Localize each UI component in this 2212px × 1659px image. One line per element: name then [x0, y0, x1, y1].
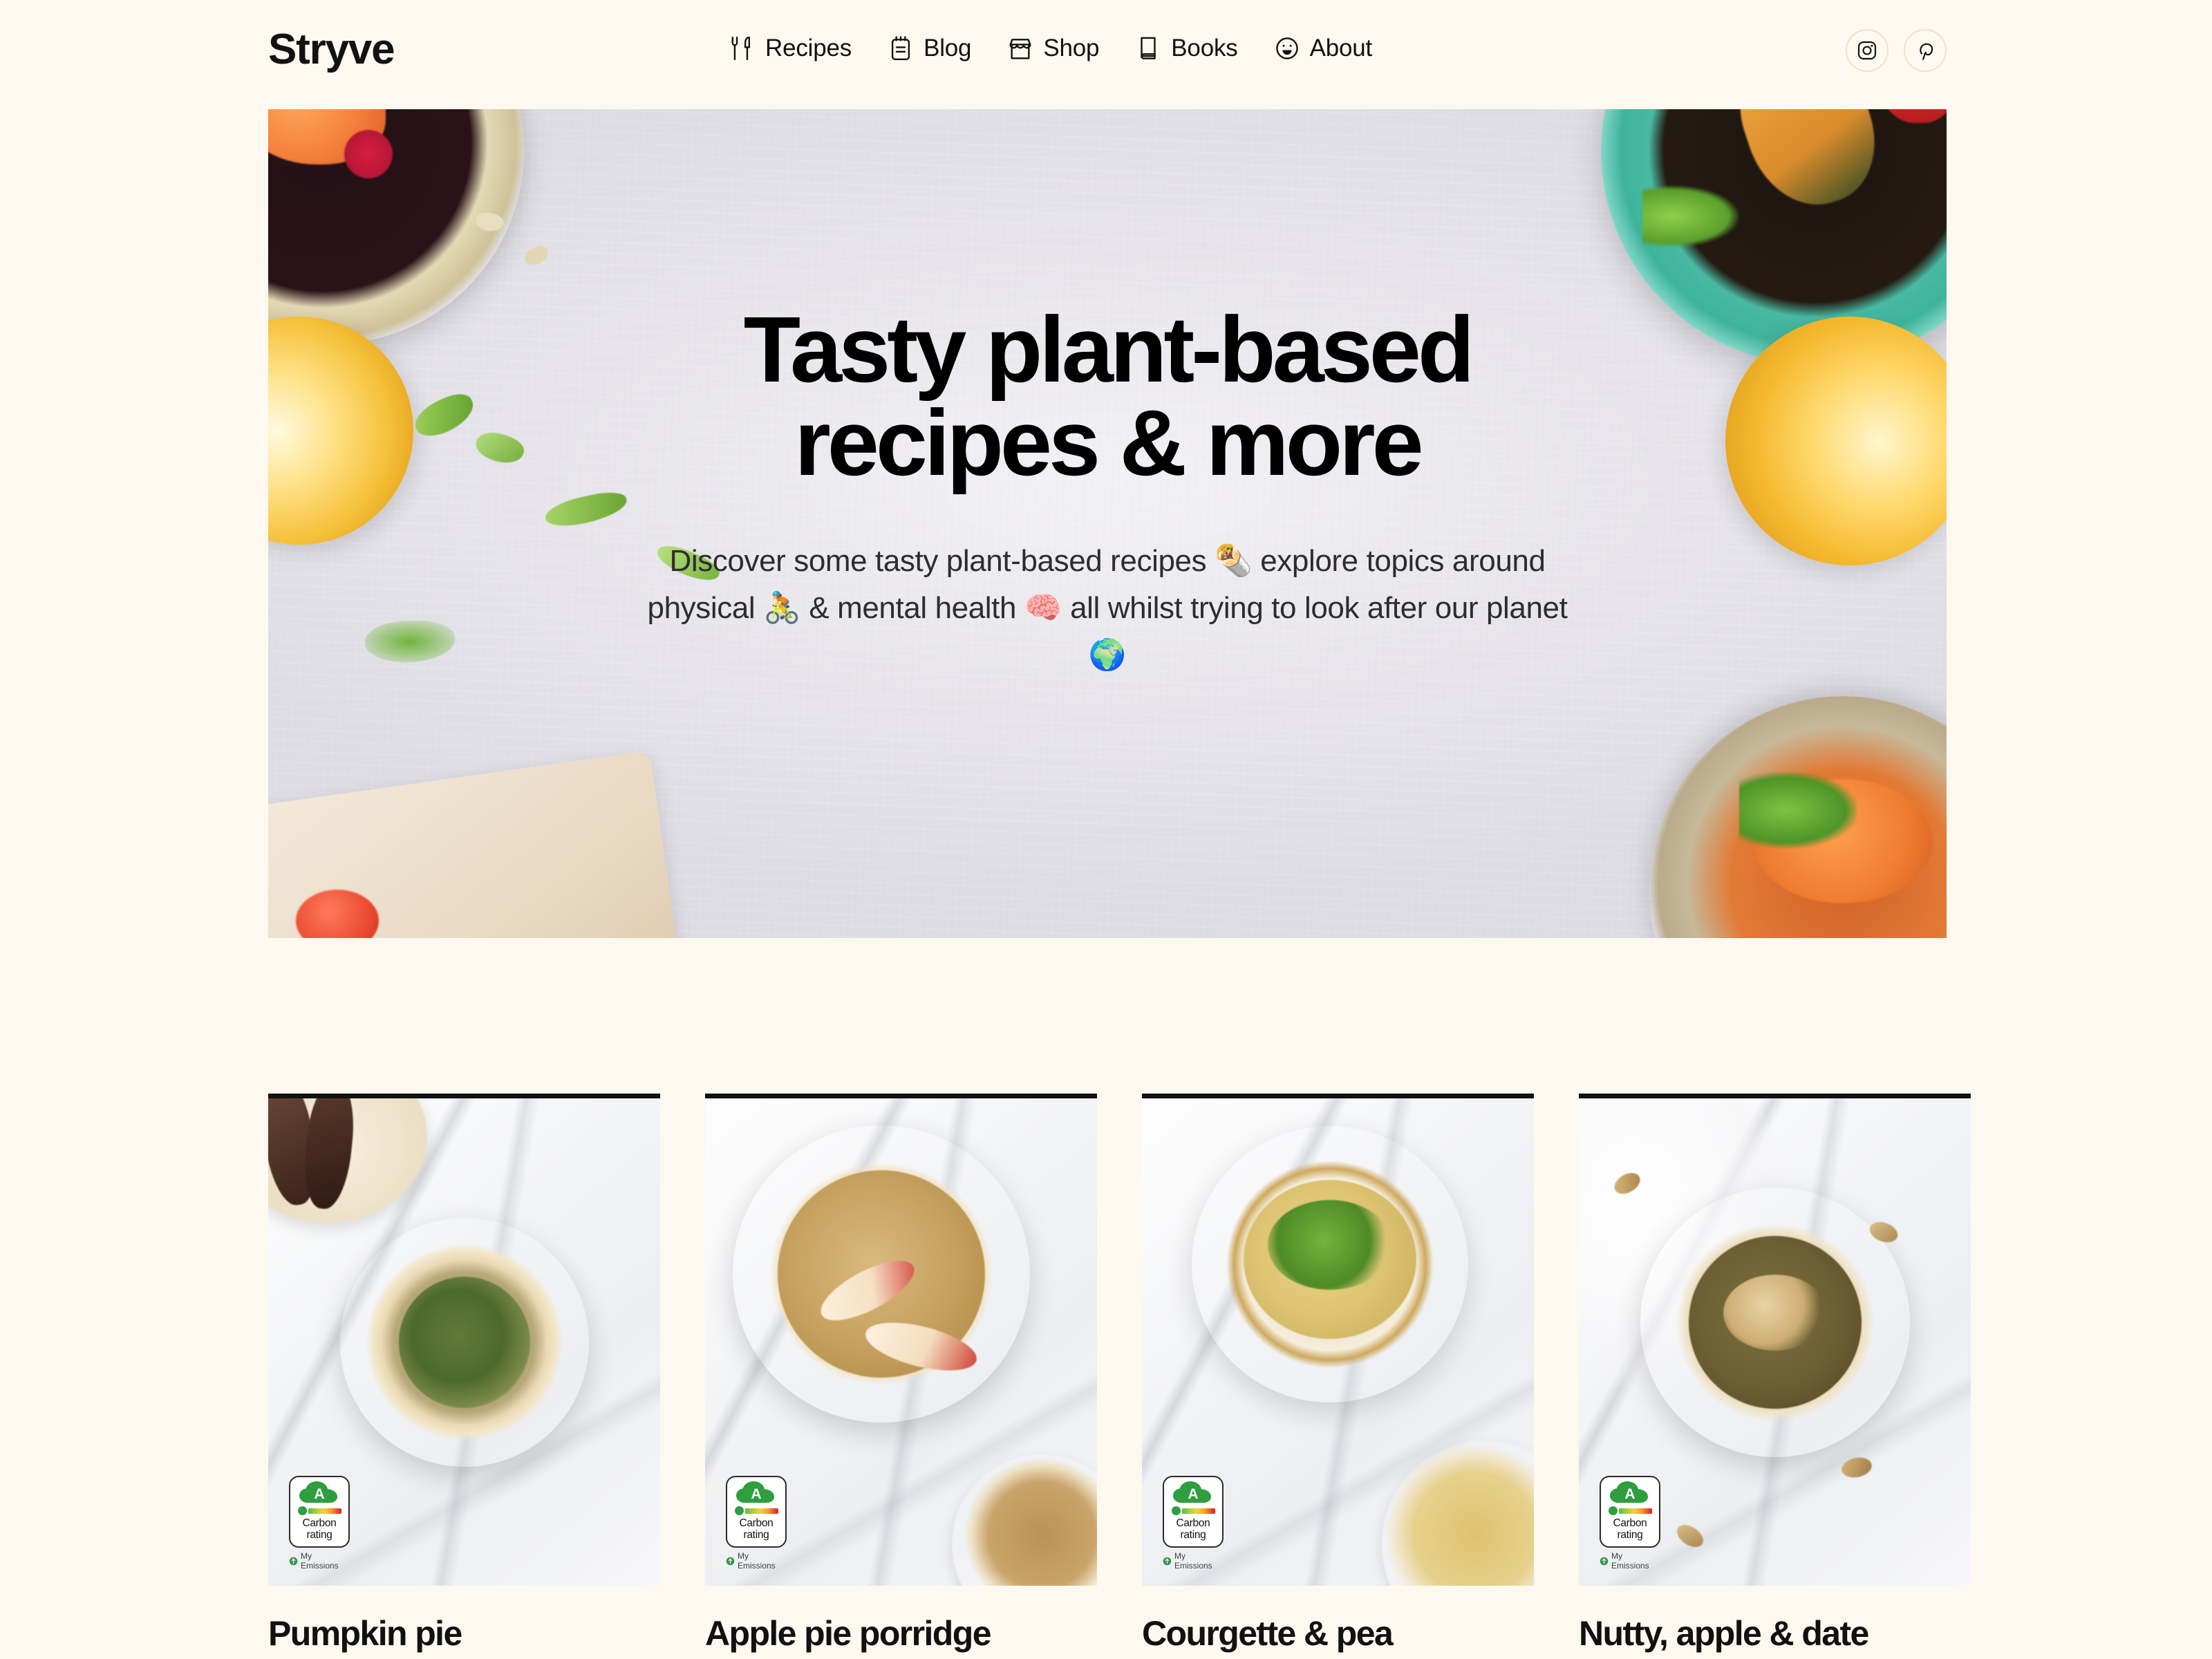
carbon-credit-label: My Emissions [1611, 1551, 1649, 1571]
nav-label-recipes: Recipes [765, 35, 852, 62]
my-emissions-logo-icon [289, 1557, 298, 1566]
carbon-badge-body: A Carbon rating [1600, 1476, 1660, 1548]
svg-text:A: A [751, 1486, 761, 1502]
carbon-badge-label: Carbon rating [1613, 1517, 1647, 1541]
carbon-scale-bar [1618, 1508, 1652, 1514]
svg-text:A: A [1188, 1486, 1198, 1502]
nav-item-about[interactable]: About [1274, 35, 1372, 62]
carbon-badge-body: A Carbon rating [289, 1476, 350, 1548]
nav-label-about: About [1309, 35, 1373, 62]
carbon-rating-badge: A Carbon rating My Emissions [726, 1476, 787, 1571]
carbon-rating-badge: A Carbon rating My Emissions [289, 1476, 350, 1571]
my-emissions-logo-icon [1163, 1557, 1172, 1566]
carbon-rating-badge: A Carbon rating My Emissions [1163, 1476, 1224, 1571]
carbon-credit-label: My Emissions [738, 1551, 776, 1571]
svg-text:A: A [1624, 1486, 1635, 1502]
recipe-card-title[interactable]: Courgette & pea [1142, 1615, 1534, 1652]
carbon-scale-bar [744, 1508, 778, 1514]
recipe-herbs [1268, 1199, 1393, 1290]
carbon-scale-bar [1181, 1508, 1215, 1514]
carbon-scale-marker [297, 1506, 307, 1515]
carbon-label-line2: rating [1617, 1529, 1643, 1541]
carbon-rating-badge: A Carbon rating My Emissions [1600, 1476, 1660, 1571]
site-header: Stryve Recipes Blog Shop Books About [0, 0, 2212, 109]
carbon-scale [734, 1506, 778, 1515]
recipe-card-grid: A Carbon rating My Emissions Pumpkin pie… [268, 1094, 1971, 1652]
carbon-scale-bar [308, 1508, 341, 1514]
nav-label-books: Books [1171, 35, 1238, 62]
social-links [1846, 29, 1947, 72]
hero-subtitle: Discover some tasty plant-based recipes … [647, 544, 1568, 673]
recipe-card-image[interactable]: A Carbon rating My Emissions [705, 1094, 1097, 1586]
carbon-badge-credit: My Emissions [289, 1551, 350, 1571]
hero-banner: Tasty plant-based recipes & more Discove… [268, 109, 1947, 938]
carbon-badge-body: A Carbon rating [1163, 1476, 1224, 1548]
carbon-label-line1: Carbon [739, 1517, 774, 1529]
nav-label-blog: Blog [924, 35, 972, 62]
carbon-cloud-icon: A [298, 1481, 341, 1504]
nav-item-recipes[interactable]: Recipes [729, 35, 852, 62]
storefront-icon [1007, 35, 1033, 62]
hero-content: Tasty plant-based recipes & more Discove… [268, 109, 1947, 938]
site-logo[interactable]: Stryve [268, 25, 395, 74]
carbon-scale-marker [1171, 1506, 1181, 1515]
carbon-scale-marker [734, 1506, 744, 1515]
carbon-scale [1171, 1506, 1215, 1515]
recipe-card[interactable]: A Carbon rating My [1579, 1094, 1971, 1652]
recipe-cashews [1723, 1275, 1827, 1351]
carbon-badge-credit: My Emissions [1600, 1551, 1660, 1571]
book-icon [1135, 35, 1161, 62]
recipe-card-image[interactable]: A Carbon rating My Emissions [1579, 1094, 1971, 1586]
carbon-badge-credit: My Emissions [1163, 1551, 1224, 1571]
nav-item-blog[interactable]: Blog [888, 35, 972, 62]
nav-label-shop: Shop [1043, 35, 1100, 62]
pinterest-icon [1914, 39, 1936, 62]
carbon-scale [297, 1506, 341, 1515]
my-emissions-logo-icon [1600, 1557, 1609, 1566]
carbon-label-line2: rating [743, 1529, 769, 1541]
carbon-credit-label: My Emissions [301, 1551, 339, 1571]
carbon-cloud-icon: A [1172, 1481, 1215, 1504]
carbon-scale-marker [1608, 1506, 1618, 1515]
main-navigation: Recipes Blog Shop Books About [729, 35, 1372, 62]
notepad-icon [888, 35, 914, 62]
instagram-icon [1856, 39, 1878, 62]
carbon-label-line1: Carbon [1176, 1517, 1210, 1529]
carbon-scale [1608, 1506, 1652, 1515]
recipe-seeds [398, 1276, 530, 1408]
recipe-card[interactable]: A Carbon rating My [705, 1094, 1097, 1652]
nav-item-books[interactable]: Books [1135, 35, 1238, 62]
my-emissions-logo-icon [726, 1557, 735, 1566]
carbon-credit-label: My Emissions [1174, 1551, 1212, 1571]
carbon-label-line2: rating [1180, 1529, 1206, 1541]
carbon-badge-label: Carbon rating [739, 1517, 773, 1541]
carbon-label-line2: rating [306, 1529, 332, 1541]
recipe-card[interactable]: A Carbon rating My [268, 1094, 660, 1652]
recipe-card-image[interactable]: A Carbon rating My Emissions [268, 1094, 660, 1586]
recipe-card[interactable]: A Carbon rating My [1142, 1094, 1534, 1652]
nav-item-shop[interactable]: Shop [1007, 35, 1099, 62]
svg-text:A: A [314, 1486, 324, 1502]
carbon-label-line1: Carbon [302, 1517, 337, 1529]
carbon-badge-body: A Carbon rating [726, 1476, 787, 1548]
carbon-badge-label: Carbon rating [1176, 1517, 1210, 1541]
recipe-card-title[interactable]: Apple pie porridge [705, 1615, 1097, 1652]
carbon-cloud-icon: A [1609, 1481, 1651, 1504]
instagram-button[interactable] [1846, 29, 1888, 72]
carbon-cloud-icon: A [735, 1481, 778, 1504]
fork-knife-icon [729, 35, 756, 62]
recipe-card-image[interactable]: A Carbon rating My Emissions [1142, 1094, 1534, 1586]
carbon-badge-credit: My Emissions [726, 1551, 787, 1571]
carbon-badge-label: Carbon rating [302, 1517, 336, 1541]
smiley-icon [1274, 35, 1300, 62]
recipe-card-title[interactable]: Nutty, apple & date [1579, 1615, 1971, 1652]
hero-title: Tasty plant-based recipes & more [743, 297, 1475, 495]
carbon-label-line1: Carbon [1613, 1517, 1647, 1529]
pinterest-button[interactable] [1904, 29, 1947, 72]
recipe-card-title[interactable]: Pumpkin pie [268, 1615, 660, 1652]
